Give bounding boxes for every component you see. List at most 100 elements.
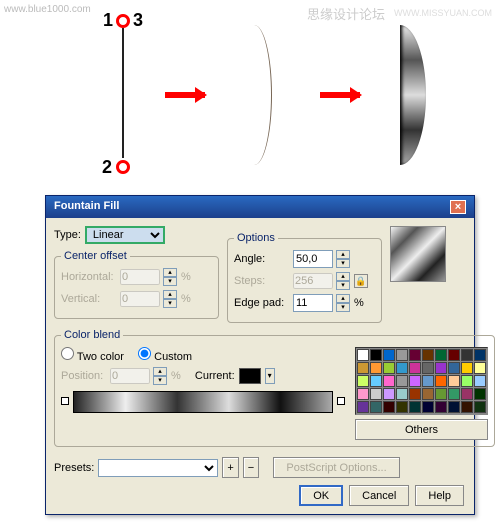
palette-cell[interactable]: [422, 349, 434, 361]
palette-cell[interactable]: [383, 401, 395, 413]
palette-cell[interactable]: [435, 388, 447, 400]
titlebar: Fountain Fill ×: [46, 196, 474, 218]
palette-cell[interactable]: [448, 362, 460, 374]
palette-cell[interactable]: [474, 375, 486, 387]
palette-cell[interactable]: [396, 388, 408, 400]
palette-cell[interactable]: [396, 362, 408, 374]
mark-1: 1: [103, 10, 113, 31]
palette-cell[interactable]: [474, 388, 486, 400]
grad-marker-right[interactable]: [337, 397, 345, 405]
palette-cell[interactable]: [357, 362, 369, 374]
palette-cell[interactable]: [370, 349, 382, 361]
help-button[interactable]: Help: [415, 485, 464, 506]
arrow-1: [165, 92, 205, 98]
steps-input: [293, 273, 333, 289]
palette-cell[interactable]: [383, 349, 395, 361]
palette-cell[interactable]: [383, 362, 395, 374]
cancel-button[interactable]: Cancel: [349, 485, 409, 506]
edge-label: Edge pad:: [234, 297, 289, 309]
angle-input[interactable]: [293, 250, 333, 268]
illustration: 1 3 2: [70, 10, 470, 185]
palette-cell[interactable]: [448, 401, 460, 413]
ring-1: [116, 14, 130, 28]
palette-cell[interactable]: [448, 388, 460, 400]
steps-label: Steps:: [234, 275, 289, 287]
palette-cell[interactable]: [357, 401, 369, 413]
palette-cell[interactable]: [461, 401, 473, 413]
palette-cell[interactable]: [409, 401, 421, 413]
palette-cell[interactable]: [435, 362, 447, 374]
lock-icon[interactable]: 🔒: [354, 274, 368, 288]
rod: [122, 28, 124, 158]
center-legend: Center offset: [61, 250, 130, 262]
palette-cell[interactable]: [409, 388, 421, 400]
mark-2: 2: [102, 157, 112, 178]
horiz-input: [120, 269, 160, 285]
palette-cell[interactable]: [422, 375, 434, 387]
edge-input[interactable]: [293, 294, 333, 312]
palette-cell[interactable]: [461, 375, 473, 387]
palette-cell[interactable]: [396, 349, 408, 361]
palette-cell[interactable]: [422, 401, 434, 413]
palette-cell[interactable]: [370, 362, 382, 374]
palette-cell[interactable]: [435, 401, 447, 413]
vert-label: Vertical:: [61, 293, 116, 305]
palette-cell[interactable]: [461, 388, 473, 400]
position-input: [110, 368, 150, 384]
current-label: Current:: [195, 370, 235, 382]
palette-cell[interactable]: [409, 362, 421, 374]
ok-button[interactable]: OK: [299, 485, 343, 506]
palette-cell[interactable]: [396, 401, 408, 413]
palette-cell[interactable]: [474, 349, 486, 361]
palette-cell[interactable]: [370, 401, 382, 413]
custom-radio[interactable]: Custom: [138, 347, 192, 363]
postscript-button: PostScript Options...: [273, 457, 399, 478]
current-swatch: [239, 368, 261, 384]
palette-cell[interactable]: [357, 375, 369, 387]
palette-cell[interactable]: [370, 375, 382, 387]
gradient-bar[interactable]: [73, 391, 333, 413]
presets-select[interactable]: [98, 459, 218, 477]
palette-cell[interactable]: [474, 401, 486, 413]
palette-cell[interactable]: [357, 388, 369, 400]
preset-del-button[interactable]: −: [243, 457, 259, 478]
two-color-radio[interactable]: Two color: [61, 347, 124, 363]
position-label: Position:: [61, 370, 106, 382]
color-blend-group: Color blend Two color Custom Position: ▴…: [54, 329, 495, 447]
palette-cell[interactable]: [474, 362, 486, 374]
type-select[interactable]: Linear: [85, 226, 165, 244]
palette-cell[interactable]: [448, 349, 460, 361]
palette-cell[interactable]: [383, 388, 395, 400]
angle-label: Angle:: [234, 253, 289, 265]
vert-input: [120, 291, 160, 307]
spin-down-icon: ▾: [163, 277, 177, 286]
palette-cell[interactable]: [357, 349, 369, 361]
palette-cell[interactable]: [422, 388, 434, 400]
center-offset-group: Center offset Horizontal:▴▾% Vertical:▴▾…: [54, 250, 219, 319]
ring-2: [116, 160, 130, 174]
close-icon[interactable]: ×: [450, 200, 466, 214]
palette-cell[interactable]: [396, 375, 408, 387]
palette-cell[interactable]: [435, 375, 447, 387]
palette-cell[interactable]: [448, 375, 460, 387]
palette-cell[interactable]: [383, 375, 395, 387]
palette-cell[interactable]: [409, 375, 421, 387]
options-group: Options Angle:▴▾ Steps:▴▾🔒 Edge pad:▴▾%: [227, 232, 382, 323]
swatch-dropdown[interactable]: ▾: [265, 368, 275, 384]
color-palette[interactable]: [355, 347, 488, 415]
palette-cell[interactable]: [461, 349, 473, 361]
others-button[interactable]: Others: [355, 419, 488, 440]
lens-shape: [400, 25, 426, 165]
horiz-label: Horizontal:: [61, 271, 116, 283]
preset-add-button[interactable]: +: [222, 457, 238, 478]
grad-marker-left[interactable]: [61, 397, 69, 405]
palette-cell[interactable]: [435, 349, 447, 361]
palette-cell[interactable]: [422, 362, 434, 374]
palette-cell[interactable]: [461, 362, 473, 374]
type-label: Type:: [54, 229, 81, 241]
options-legend: Options: [234, 232, 278, 244]
palette-cell[interactable]: [370, 388, 382, 400]
presets-label: Presets:: [54, 462, 94, 474]
dialog-title: Fountain Fill: [54, 200, 119, 212]
palette-cell[interactable]: [409, 349, 421, 361]
